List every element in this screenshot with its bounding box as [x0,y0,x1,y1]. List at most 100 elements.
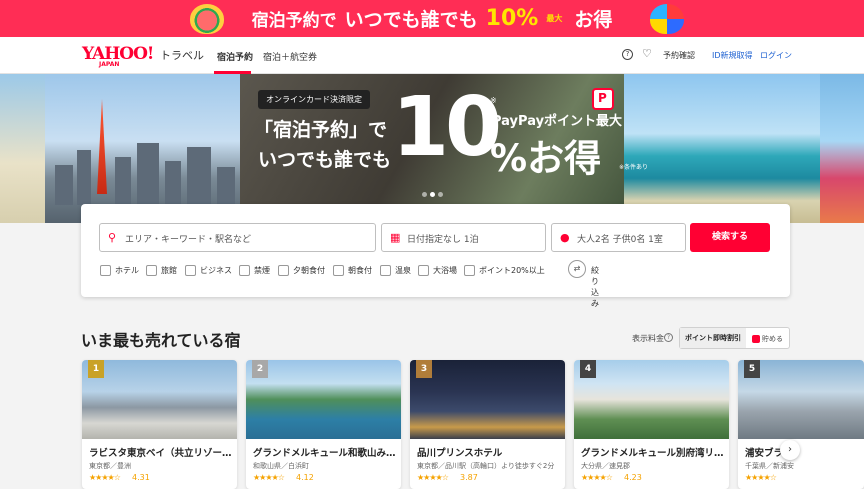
refine-label[interactable]: 絞り込み [591,265,599,309]
area-search-input[interactable]: ⚲ エリア・キーワード・駅名など [99,223,376,252]
date-value: 日付指定なし 1泊 [407,235,479,245]
rating-stars: ★★★★☆ [253,473,285,482]
promo-text-1: 宿泊予約で [251,11,337,31]
rank-badge: 4 [580,360,596,378]
yahoo-logo-sub: JAPAN [99,61,120,68]
building-shape [77,150,91,205]
refine-icon[interactable]: ⇄ [568,260,586,278]
filter-label: 温泉 [395,266,411,275]
hotel-location: 大分県／速見郡 [581,462,630,470]
toggle-option-discount[interactable]: ポイント即時割引 [680,328,746,348]
checkbox[interactable] [100,265,111,276]
rank-badge: 5 [744,360,760,378]
guests-value: 大人2名 子供0名 1室 [577,235,663,245]
checkbox[interactable] [333,265,344,276]
search-button[interactable]: 検索する [690,223,770,252]
fee-help-icon[interactable]: ? [664,333,673,342]
filter-label: ビジネス [200,266,232,275]
filter-label: ホテル [115,266,139,275]
checkbox[interactable] [464,265,475,276]
hero-asterisk: ※ [490,96,497,105]
carousel-next-arrow-icon[interactable]: › [780,440,800,460]
checkbox[interactable] [278,265,289,276]
hotel-card[interactable]: 3 品川プリンスホテル 東京都／品川駅（高輪口）より徒歩すぐ2分 ★★★★☆ 3… [410,360,565,489]
rank-badge: 1 [88,360,104,378]
rating-stars: ★★★★☆ [745,473,777,482]
promo-text-2: いつでも誰でも [344,9,478,31]
promo-text-4: 最大 [546,14,563,23]
tab-hotel-booking[interactable]: 宿泊予約 [217,50,253,63]
checkbox[interactable] [185,265,196,276]
beach-umbrella-icon [650,4,684,34]
hotel-name[interactable]: ラビスタ東京ベイ（共立リゾー… [89,445,233,459]
tab-hotel-flight[interactable]: 宿泊＋航空券 [263,50,317,63]
carousel-dot[interactable] [422,192,427,197]
rating-stars: ★★★★☆ [89,473,121,482]
carousel-dot-active[interactable] [430,192,435,197]
login-link[interactable]: ログイン [760,50,792,61]
hotel-card[interactable]: 4 グランドメルキュール別府湾リ… 大分県／速見郡 ★★★★☆ 4.23 [574,360,729,489]
checkbox[interactable] [239,265,250,276]
hotel-photo[interactable] [574,360,729,439]
guests-picker[interactable]: ● 大人2名 子供0名 1室 [551,223,686,252]
heart-icon[interactable]: ♡ [642,47,652,60]
hotel-card[interactable]: 2 グランドメルキュール和歌山み… 和歌山県／白浜町 ★★★★☆ 4.12 [246,360,401,489]
checkbox[interactable] [418,265,429,276]
hotel-name[interactable]: グランドメルキュール和歌山み… [253,445,397,459]
booking-check-link[interactable]: 予約確認 [663,50,695,61]
hotel-name[interactable]: 浦安ブラ [745,445,860,459]
hotel-card[interactable]: 1 ラビスタ東京ベイ（共立リゾー… 東京都／豊洲 ★★★★☆ 4.31 [82,360,237,489]
hero-headline-1: 「宿泊予約」で [254,119,388,141]
watermelon-icon [190,4,224,34]
help-icon[interactable]: ? [622,49,633,60]
rating-score: 3.87 [460,473,478,482]
hero-slide-next[interactable] [820,74,864,223]
hotel-photo[interactable] [82,360,237,439]
filter-label: 朝食付 [348,266,372,275]
area-search-placeholder: エリア・キーワード・駅名など [125,235,252,245]
rating-score: 4.12 [296,473,314,482]
register-link[interactable]: ID新規取得 [712,50,753,61]
site-header: YAHOO! JAPAN トラベル 宿泊予約 宿泊＋航空券 ? ♡ 予約確認 I… [0,37,864,74]
fee-display-label: 表示料金 [632,334,664,343]
date-picker[interactable]: ▦ 日付指定なし 1泊 [381,223,546,252]
toggle-option-save[interactable]: 貯める [752,334,783,344]
building-shape [217,167,235,205]
fee-display-toggle[interactable]: ポイント即時割引 貯める [679,327,790,349]
calendar-icon: ▦ [390,231,401,244]
person-icon: ● [560,231,570,244]
checkbox[interactable] [146,265,157,276]
hero-percent-text: %お得 [490,137,602,180]
hotel-name[interactable]: 品川プリンスホテル [417,445,561,459]
filter-label: 旅館 [161,266,177,275]
hotel-card[interactable]: 5 浦安ブラ 千葉県／新浦安 ★★★★☆ [738,360,864,489]
logo-travel-text[interactable]: トラベル [160,47,204,63]
hero-paypay-text: PayPayポイント最大 [492,114,623,129]
building-shape [115,157,131,205]
promo-text-3: 10% [485,6,539,31]
hotel-name[interactable]: グランドメルキュール別府湾リ… [581,445,725,459]
search-panel: ⚲ エリア・キーワード・駅名など ▦ 日付指定なし 1泊 ● 大人2名 子供0名… [81,204,790,308]
rank-badge: 2 [252,360,268,378]
hotel-location: 東京都／豊洲 [89,462,131,470]
checkbox[interactable] [380,265,391,276]
hero-slide-tokyo[interactable] [45,74,240,223]
hotel-photo[interactable] [410,360,565,439]
carousel-dot[interactable] [438,192,443,197]
hero-carousel[interactable]: オンラインカード決済限定 「宿泊予約」で いつでも誰でも 10 ※ PayPay… [0,74,864,223]
hero-badge: オンラインカード決済限定 [258,90,370,109]
hotel-photo[interactable] [246,360,401,439]
hero-slide-beach[interactable] [624,74,820,223]
rating-score: 4.23 [624,473,642,482]
promo-banner[interactable]: 宿泊予約で いつでも誰でも 10% 最大 お得 [0,0,864,37]
hotel-location: 和歌山県／白浜町 [253,462,309,470]
hotel-location: 東京都／品川駅（高輪口）より徒歩すぐ2分 [417,462,555,470]
filter-label: ポイント20%以上 [479,266,545,275]
hero-headline-2: いつでも誰でも [258,149,392,171]
rank-badge: 3 [416,360,432,378]
hero-slide-prev[interactable] [0,74,45,223]
building-shape [55,165,73,205]
building-shape [165,161,181,205]
hotel-location: 千葉県／新浦安 [745,462,794,470]
filter-label: 禁煙 [254,266,270,275]
